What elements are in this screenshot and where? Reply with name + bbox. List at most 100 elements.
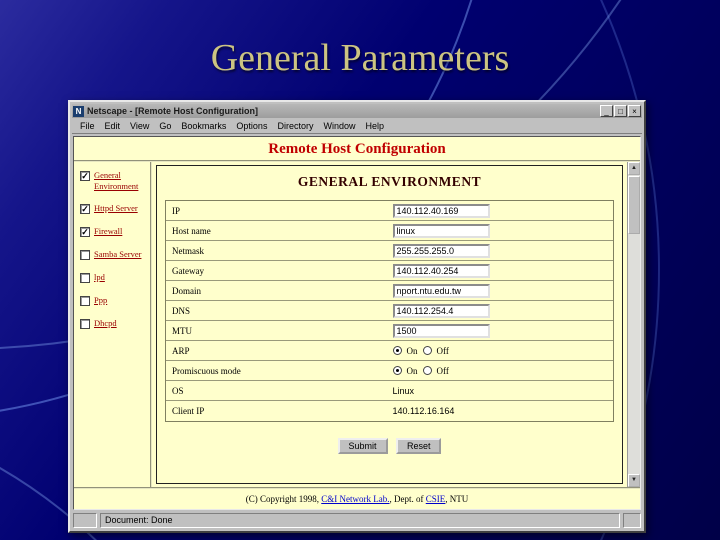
row-promiscuous-mode: Promiscuous mode On Off (166, 361, 613, 381)
copyright-text: (C) Copyright 1998, (245, 494, 322, 504)
field-label-ip: IP (172, 205, 181, 216)
scroll-thumb[interactable] (628, 176, 640, 234)
sidebar-link-general-environment[interactable]: General Environment (94, 170, 148, 191)
scroll-track[interactable] (628, 234, 640, 474)
security-key-icon (73, 513, 97, 528)
window-title: Netscape - [Remote Host Configuration] (87, 106, 259, 116)
arp-on-radio[interactable] (392, 346, 402, 355)
checkbox-firewall[interactable]: ✓ (80, 227, 90, 238)
row-host-name: Host name (166, 221, 613, 241)
promiscuous-off-radio[interactable] (422, 366, 432, 375)
copyright-text: , NTU (445, 494, 469, 504)
row-domain: Domain (166, 281, 613, 301)
checkbox-ppp[interactable] (80, 296, 90, 307)
sidebar-link-ppp[interactable]: Ppp (94, 295, 107, 306)
sidebar: ✓ General Environment ✓ Httpd Server ✓ F… (74, 162, 152, 487)
window-controls: _ □ × (600, 105, 641, 117)
arp-off-label: Off (436, 345, 449, 356)
menu-options[interactable]: Options (231, 121, 272, 131)
gateway-input[interactable] (392, 263, 490, 278)
minimize-button[interactable]: _ (600, 105, 613, 117)
status-logo (623, 513, 641, 528)
promiscuous-radio-group: On Off (392, 365, 614, 376)
menu-bookmarks[interactable]: Bookmarks (176, 121, 231, 131)
field-label-dns: DNS (172, 305, 191, 316)
checkbox-httpd-server[interactable]: ✓ (80, 204, 90, 215)
arp-radio-group: On Off (392, 345, 614, 356)
menu-go[interactable]: Go (154, 121, 176, 131)
row-arp: ARP On Off (166, 341, 613, 361)
promiscuous-on-radio[interactable] (392, 366, 402, 375)
field-label-os: OS (172, 385, 184, 396)
network-lab-link[interactable]: C&I Network Lab. (321, 494, 389, 504)
sidebar-link-samba-server[interactable]: Samba Server (94, 249, 141, 260)
os-value: Linux (392, 385, 415, 396)
row-mtu: MTU (166, 321, 613, 341)
form-panel: GENERAL ENVIRONMENT IP Host name (156, 165, 623, 484)
form-title: GENERAL ENVIRONMENT (297, 174, 482, 189)
scroll-down-icon[interactable]: ▼ (628, 474, 640, 487)
titlebar[interactable]: N Netscape - [Remote Host Configuration]… (72, 104, 642, 118)
field-label-domain: Domain (172, 285, 201, 296)
checkbox-dhcpd[interactable] (80, 319, 90, 330)
csie-link[interactable]: CSIE (426, 494, 446, 504)
copyright-text: , Dept. of (389, 494, 426, 504)
row-ip: IP (166, 201, 613, 221)
row-netmask: Netmask (166, 241, 613, 261)
status-text: Document: Done (105, 515, 173, 525)
menu-window[interactable]: Window (318, 121, 360, 131)
close-button[interactable]: × (628, 105, 641, 117)
sidebar-item-firewall: ✓ Firewall (80, 226, 148, 238)
promiscuous-on-label: On (406, 365, 418, 376)
menu-file[interactable]: File (75, 121, 100, 131)
status-text-panel: Document: Done (100, 513, 620, 528)
domain-input[interactable] (392, 283, 490, 298)
footer: (C) Copyright 1998, C&I Network Lab., De… (74, 487, 640, 509)
frameset: ✓ General Environment ✓ Httpd Server ✓ F… (74, 162, 640, 487)
sidebar-item-lpd: lpd (80, 272, 148, 284)
sidebar-link-dhcpd[interactable]: Dhcpd (94, 318, 117, 329)
row-dns: DNS (166, 301, 613, 321)
main-frame: GENERAL ENVIRONMENT IP Host name (152, 162, 627, 487)
sidebar-item-ppp: Ppp (80, 295, 148, 307)
page-heading: Remote Host Configuration (74, 137, 640, 162)
menu-help[interactable]: Help (360, 121, 389, 131)
checkbox-general-environment[interactable]: ✓ (80, 171, 90, 181)
status-bar: Document: Done (73, 513, 641, 528)
maximize-button[interactable]: □ (614, 105, 627, 117)
field-label-arp: ARP (172, 345, 190, 356)
checkbox-samba-server[interactable] (80, 250, 90, 261)
sidebar-item-general-environment: ✓ General Environment (80, 170, 148, 191)
row-os: OS Linux (166, 381, 613, 401)
slide: General Parameters N Netscape - [Remote … (0, 0, 720, 540)
sidebar-link-lpd[interactable]: lpd (94, 272, 105, 283)
scroll-up-icon[interactable]: ▲ (628, 162, 640, 175)
vertical-scrollbar[interactable]: ▲ ▼ (627, 162, 640, 487)
sidebar-item-samba-server: Samba Server (80, 249, 148, 261)
page: Remote Host Configuration ✓ General Envi… (73, 136, 641, 510)
checkbox-lpd[interactable] (80, 273, 90, 284)
form-buttons: Submit Reset (157, 436, 622, 454)
sidebar-item-dhcpd: Dhcpd (80, 318, 148, 330)
menu-directory[interactable]: Directory (272, 121, 318, 131)
dns-input[interactable] (392, 303, 490, 318)
promiscuous-off-label: Off (436, 365, 449, 376)
field-label-netmask: Netmask (172, 245, 204, 256)
mtu-input[interactable] (392, 323, 490, 338)
submit-button[interactable]: Submit (337, 438, 388, 454)
field-label-gateway: Gateway (172, 265, 204, 276)
field-label-promiscuous-mode: Promiscuous mode (172, 365, 241, 376)
menu-view[interactable]: View (125, 121, 154, 131)
row-client-ip: Client IP 140.112.16.164 (166, 401, 613, 421)
menu-edit[interactable]: Edit (100, 121, 126, 131)
arp-off-radio[interactable] (422, 346, 432, 355)
sidebar-link-httpd-server[interactable]: Httpd Server (94, 203, 138, 214)
row-gateway: Gateway (166, 261, 613, 281)
reset-button[interactable]: Reset (395, 438, 442, 454)
ip-input[interactable] (392, 203, 490, 218)
sidebar-link-firewall[interactable]: Firewall (94, 226, 122, 237)
host-name-input[interactable] (392, 223, 490, 238)
slide-title: General Parameters (210, 37, 510, 79)
netscape-icon: N (73, 105, 84, 117)
netmask-input[interactable] (392, 243, 490, 258)
